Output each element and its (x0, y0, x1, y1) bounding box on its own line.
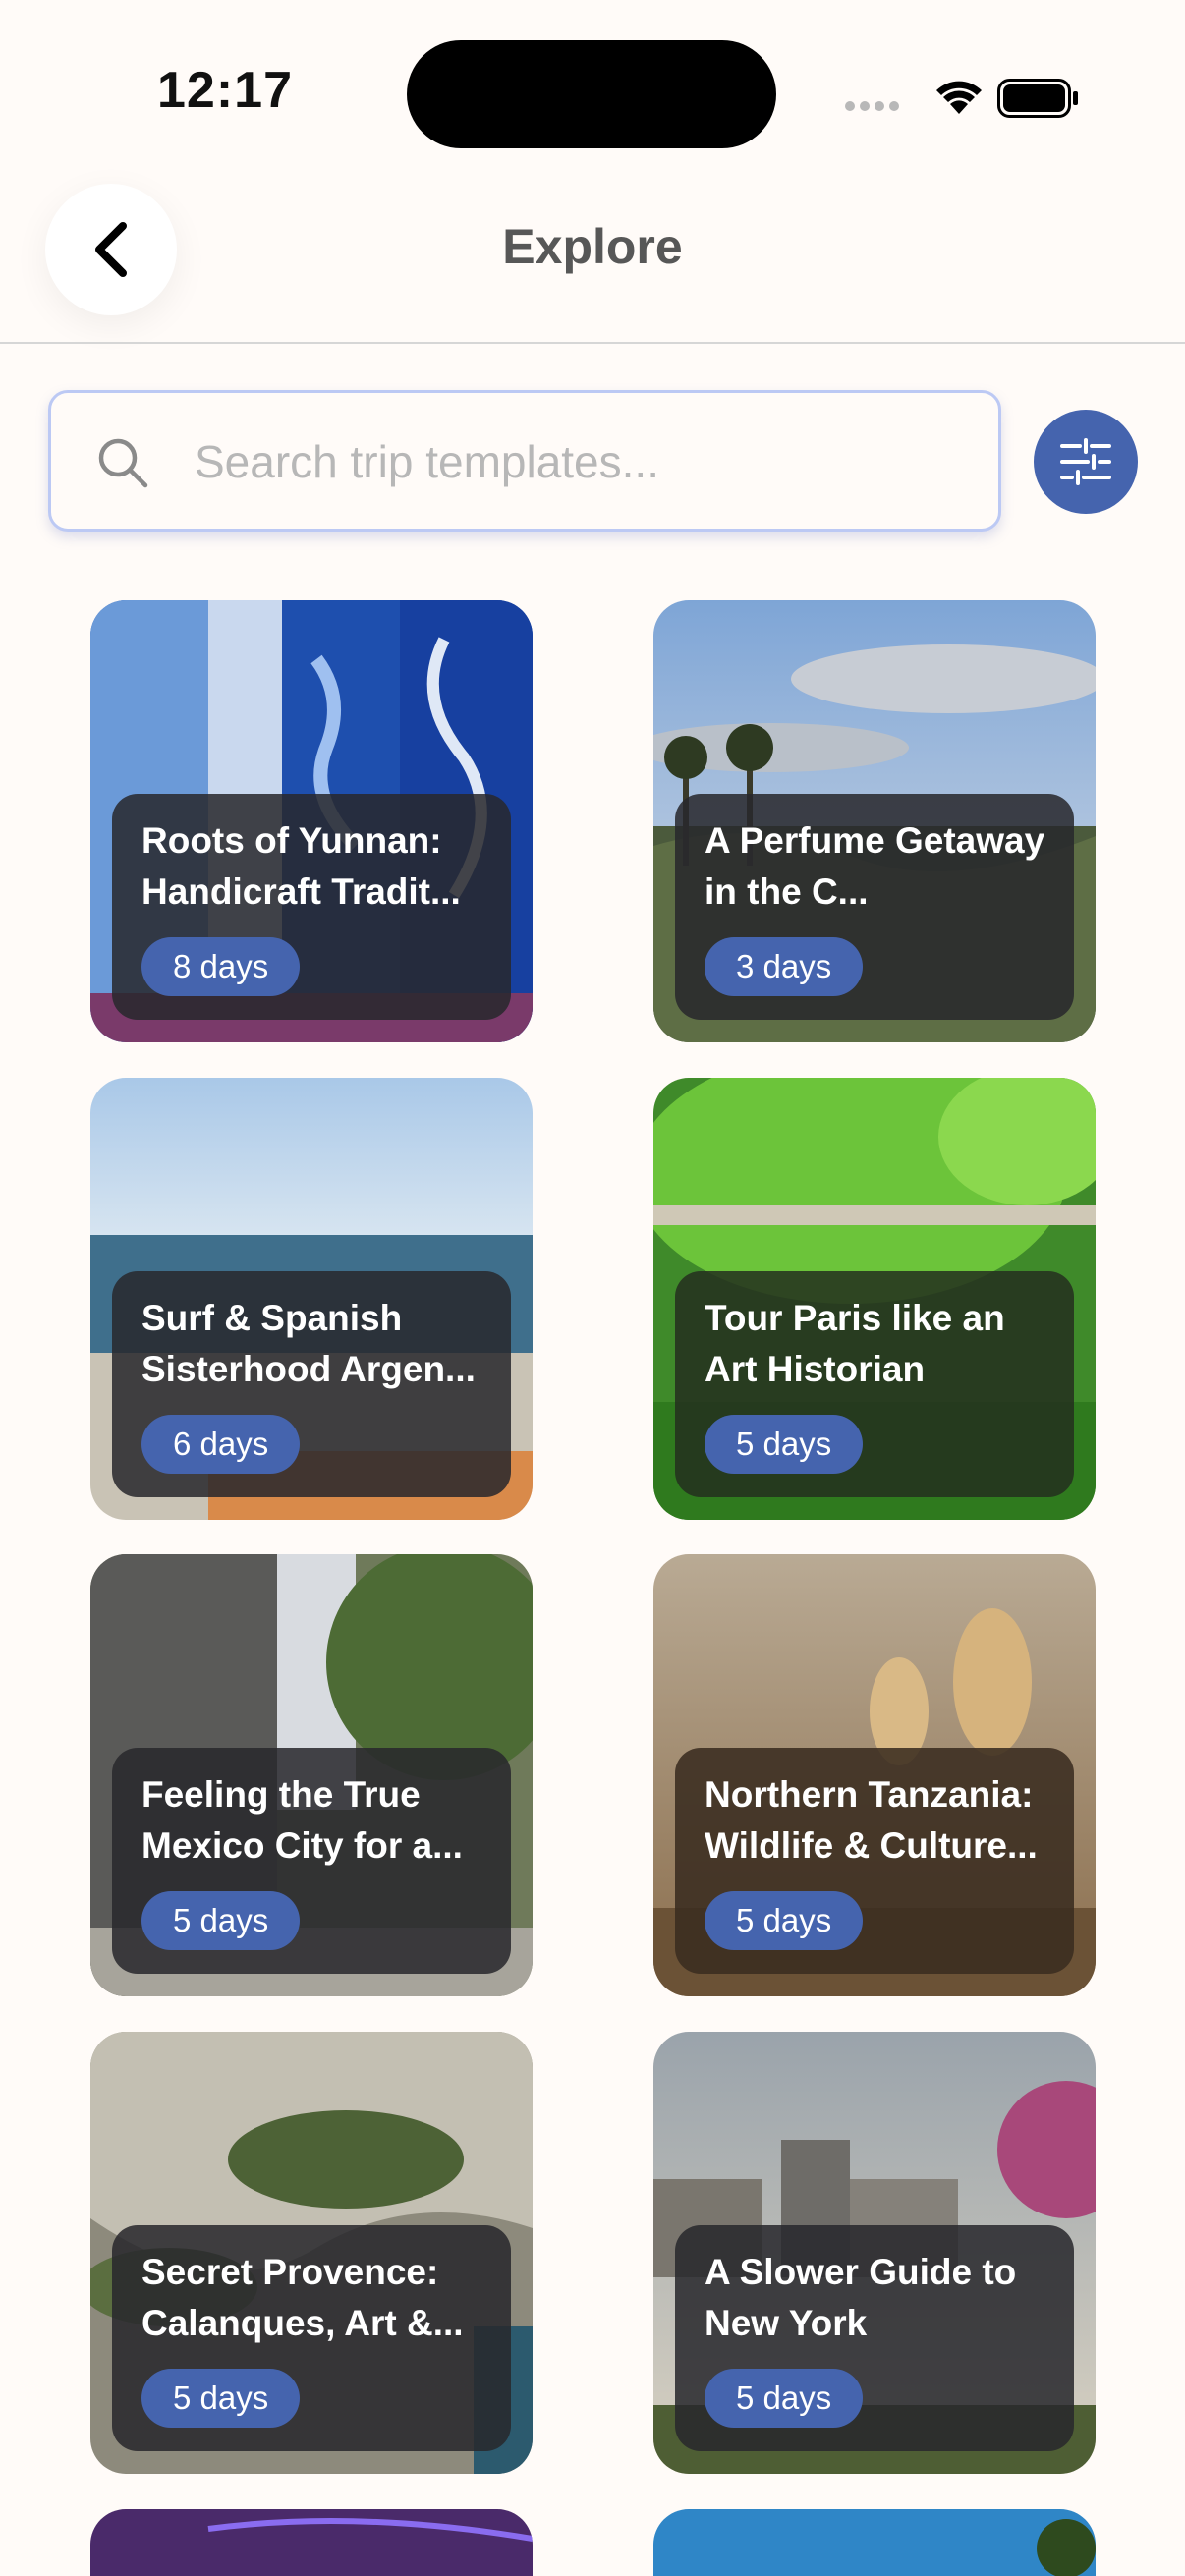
duration-badge: 5 days (705, 2369, 864, 2428)
trip-grid: Roots of Yunnan: Handicraft Tradit... 8 … (0, 0, 1185, 2576)
duration-badge: 5 days (141, 2369, 301, 2428)
trip-title: Tour Paris like an Art Historian (705, 1298, 1005, 1389)
trip-title: Surf & Spanish Sisterhood Argen... (141, 1298, 476, 1389)
trip-card[interactable]: Surf & Spanish Sisterhood Argen... 6 day… (90, 1078, 533, 1520)
trip-info: Tour Paris like an Art Historian 5 days (675, 1271, 1074, 1497)
trip-card-partial[interactable] (653, 2509, 1096, 2576)
trip-title: Northern Tanzania: Wildlife & Culture... (705, 1774, 1038, 1866)
trip-info: Surf & Spanish Sisterhood Argen... 6 day… (112, 1271, 511, 1497)
trip-title: Feeling the True Mexico City for a... (141, 1774, 463, 1866)
trip-card[interactable]: Northern Tanzania: Wildlife & Culture...… (653, 1554, 1096, 1996)
trip-card-partial[interactable] (90, 2509, 533, 2576)
duration-badge: 6 days (141, 1415, 301, 1474)
duration-badge: 5 days (705, 1415, 864, 1474)
trip-info: A Perfume Getaway in the C... 3 days (675, 794, 1074, 1020)
duration-badge: 5 days (705, 1891, 864, 1950)
trip-image (653, 2509, 1096, 2576)
trip-card[interactable]: A Slower Guide to New York 5 days (653, 2032, 1096, 2474)
duration-badge: 5 days (141, 1891, 301, 1950)
trip-card[interactable]: Secret Provence: Calanques, Art &... 5 d… (90, 2032, 533, 2474)
trip-title: A Slower Guide to New York (705, 2252, 1017, 2343)
trip-info: Northern Tanzania: Wildlife & Culture...… (675, 1748, 1074, 1974)
trip-card[interactable]: Roots of Yunnan: Handicraft Tradit... 8 … (90, 600, 533, 1042)
trip-card[interactable]: A Perfume Getaway in the C... 3 days (653, 600, 1096, 1042)
trip-info: Feeling the True Mexico City for a... 5 … (112, 1748, 511, 1974)
duration-badge: 8 days (141, 937, 301, 996)
trip-image (90, 2509, 533, 2576)
duration-badge: 3 days (705, 937, 864, 996)
trip-card[interactable]: Feeling the True Mexico City for a... 5 … (90, 1554, 533, 1996)
trip-title: A Perfume Getaway in the C... (705, 820, 1045, 912)
trip-info: Secret Provence: Calanques, Art &... 5 d… (112, 2225, 511, 2451)
trip-card[interactable]: Tour Paris like an Art Historian 5 days (653, 1078, 1096, 1520)
trip-info: A Slower Guide to New York 5 days (675, 2225, 1074, 2451)
trip-info: Roots of Yunnan: Handicraft Tradit... 8 … (112, 794, 511, 1020)
trip-title: Roots of Yunnan: Handicraft Tradit... (141, 820, 461, 912)
trip-title: Secret Provence: Calanques, Art &... (141, 2252, 464, 2343)
